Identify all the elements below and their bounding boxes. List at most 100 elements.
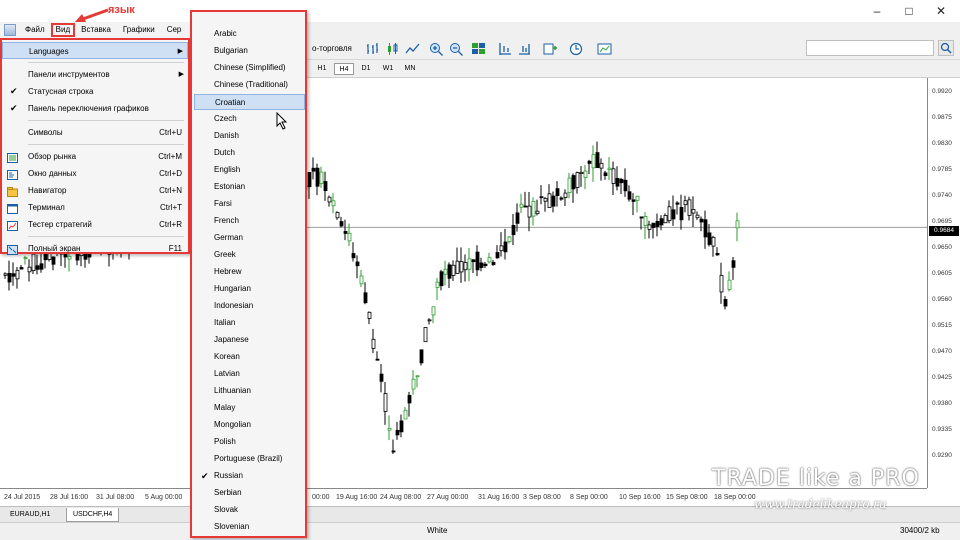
view-menu-item[interactable]: Обзор рынка Ctrl+M (2, 148, 188, 165)
minimize-button[interactable]: – (862, 2, 892, 20)
language-item[interactable]: Farsi (194, 196, 305, 212)
candle-body (335, 212, 340, 219)
language-item[interactable]: Danish (194, 128, 305, 144)
view-menu-item[interactable]: Навигатор Ctrl+N (2, 182, 188, 199)
menu-view[interactable]: Вид (50, 23, 76, 37)
language-item[interactable]: Hebrew (194, 264, 305, 280)
time-tick: 18 Sep 00:00 (714, 494, 756, 501)
timeframe-d1[interactable]: D1 (356, 63, 376, 75)
language-item-label: Chinese (Simplified) (214, 63, 286, 72)
view-menu-item[interactable]: Окно данных Ctrl+D (2, 165, 188, 182)
zoom-out-icon[interactable] (448, 41, 465, 57)
periods-icon[interactable] (568, 41, 585, 57)
language-item[interactable]: Latvian (194, 366, 305, 382)
view-menu-item[interactable]: Символы Ctrl+U (2, 124, 188, 141)
language-item[interactable]: Estonian (194, 179, 305, 195)
language-item[interactable]: Croatian (194, 94, 305, 110)
tab-usdchf[interactable]: USDCHF,H4 (66, 508, 120, 522)
autotrading-button[interactable]: о-торговля (312, 42, 352, 56)
language-item[interactable]: Dutch (194, 145, 305, 161)
candle-body (447, 264, 452, 279)
time-tick: 19 Aug 16:00 (336, 494, 378, 501)
menu-insert[interactable]: Вставка (75, 23, 117, 37)
candle-body (687, 199, 692, 216)
search-input[interactable] (806, 40, 934, 56)
language-item[interactable]: Bulgarian (194, 43, 305, 59)
view-menu-item[interactable]: Терминал Ctrl+T (2, 199, 188, 216)
templates-icon[interactable] (596, 41, 613, 57)
search-icon[interactable] (938, 40, 954, 56)
app-icon[interactable] (4, 24, 16, 36)
view-menu-item[interactable]: ✔ Панель переключения графиков (2, 100, 188, 117)
close-button[interactable]: ✕ (926, 2, 956, 20)
zoom-in-icon[interactable] (428, 41, 445, 57)
menu-service[interactable]: Сер (161, 23, 188, 37)
view-menu-item-label: Статусная строка (28, 87, 94, 96)
candle-body (691, 209, 696, 214)
language-item[interactable]: Korean (194, 349, 305, 365)
language-item[interactable]: Polish (194, 434, 305, 450)
view-menu-item[interactable]: Тестер стратегий Ctrl+R (2, 216, 188, 233)
candle-body (623, 179, 628, 192)
candle-body (331, 200, 336, 207)
candle-body (419, 349, 424, 364)
candles-icon[interactable] (384, 41, 401, 57)
timeframe-h4[interactable]: H4 (334, 63, 354, 75)
language-item[interactable]: Greek (194, 247, 305, 263)
candle-body (599, 162, 604, 169)
language-item[interactable]: French (194, 213, 305, 229)
language-item[interactable]: Mongolian (194, 417, 305, 433)
menu-file[interactable]: Файл (19, 23, 51, 37)
language-item[interactable]: Czech (194, 111, 305, 127)
tile-windows-icon[interactable] (470, 41, 487, 57)
timeframe-h1[interactable]: H1 (312, 63, 332, 75)
chart-shift-icon[interactable] (496, 41, 513, 57)
bar-chart-icon[interactable] (364, 41, 381, 57)
language-item[interactable]: Chinese (Simplified) (194, 60, 305, 76)
language-item[interactable]: Hungarian (194, 281, 305, 297)
candle-body (615, 178, 620, 187)
maximize-button[interactable]: □ (894, 2, 924, 20)
view-menu-item-shortcut: Ctrl+R (159, 220, 182, 229)
candle-body (343, 231, 348, 234)
language-item[interactable]: Japanese (194, 332, 305, 348)
candle-body (611, 168, 616, 184)
language-item[interactable]: Slovak (194, 502, 305, 518)
candle-body (415, 375, 420, 378)
price-tick: 0.9920 (932, 88, 952, 95)
checkmark-icon: ✔ (201, 471, 209, 481)
line-chart-icon[interactable] (404, 41, 421, 57)
view-menu-item[interactable]: Languages ▶ (2, 42, 188, 59)
watermark-url: www.tradelikeapro.ru (754, 497, 887, 511)
indicators-icon[interactable] (542, 41, 559, 57)
language-item[interactable]: Chinese (Traditional) (194, 77, 305, 93)
language-item[interactable]: Slovenian (194, 519, 305, 535)
language-item[interactable]: English (194, 162, 305, 178)
language-item[interactable]: Italian (194, 315, 305, 331)
tab-euraud[interactable]: EURAUD,H1 (4, 508, 56, 522)
language-item[interactable]: German (194, 230, 305, 246)
language-item[interactable]: Indonesian (194, 298, 305, 314)
view-menu-item[interactable]: ✔ Статусная строка (2, 83, 188, 100)
timeframe-w1[interactable]: W1 (378, 63, 398, 75)
price-tick: 0.9290 (932, 452, 952, 459)
menu-charts[interactable]: Графики (117, 23, 161, 37)
view-menu-item[interactable]: Панели инструментов ▶ (2, 66, 188, 83)
candle-body (707, 232, 712, 245)
view-menu-item[interactable]: Полный экран F11 (2, 240, 188, 257)
language-item-label: Danish (214, 131, 239, 140)
candle-body (643, 216, 648, 226)
candle-body (391, 450, 396, 453)
autoscroll-icon[interactable] (516, 41, 533, 57)
candle-body (555, 188, 560, 197)
candle-body (647, 224, 652, 230)
timeframe-mn[interactable]: MN (400, 63, 420, 75)
candle-body (359, 275, 364, 285)
language-item[interactable]: Malay (194, 400, 305, 416)
language-item[interactable]: ✔ Russian (194, 468, 305, 484)
language-item[interactable]: Arabic (194, 26, 305, 42)
language-item[interactable]: Lithuanian (194, 383, 305, 399)
candle-body (635, 195, 640, 201)
language-item[interactable]: Serbian (194, 485, 305, 501)
language-item[interactable]: Portuguese (Brazil) (194, 451, 305, 467)
